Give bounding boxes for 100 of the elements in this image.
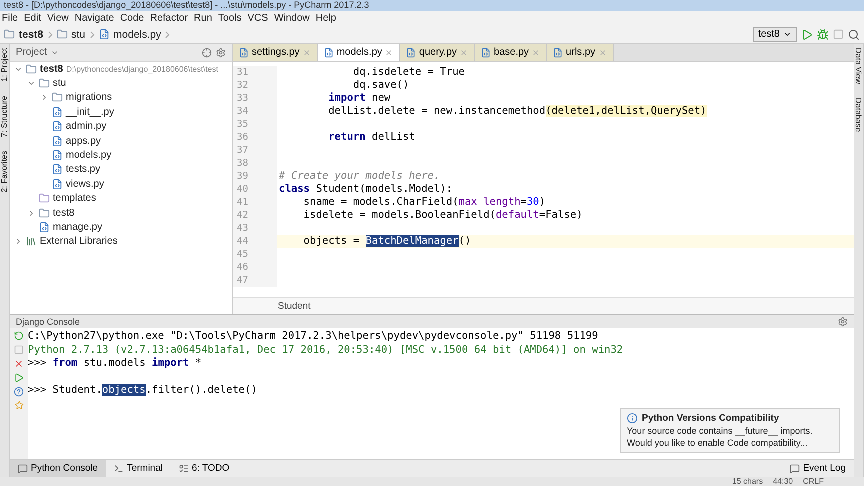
tool-window-tab[interactable]: 7: Structure bbox=[0, 96, 9, 138]
menu-item[interactable]: Navigate bbox=[74, 13, 114, 24]
tree-item[interactable]: test8 D:\pythoncodes\django_20180606\test\test bbox=[10, 62, 232, 76]
editor-tab[interactable]: models.py bbox=[318, 44, 400, 61]
python-file-icon bbox=[39, 222, 50, 233]
tree-item[interactable]: admin.py bbox=[10, 120, 232, 134]
tree-label: templates bbox=[53, 193, 96, 204]
tree-label: apps.py bbox=[66, 136, 102, 147]
python-file-icon bbox=[52, 178, 63, 190]
tree-item[interactable]: migrations bbox=[10, 90, 232, 106]
line-number: 41 bbox=[233, 196, 277, 209]
breadcrumb[interactable]: stu bbox=[72, 28, 86, 40]
line-number: 36 bbox=[233, 131, 277, 144]
project-path: D:\pythoncodes\django_20180606\test\test bbox=[66, 64, 218, 74]
folder-icon bbox=[4, 29, 15, 40]
line-number: 38 bbox=[233, 157, 277, 170]
tool-window-tab[interactable]: 2: Favorites bbox=[0, 151, 9, 193]
menu-item[interactable]: Edit bbox=[24, 13, 42, 24]
python-file-icon bbox=[239, 48, 249, 58]
tree-item[interactable]: __init__.py bbox=[10, 105, 232, 120]
editor-tab[interactable]: query.py bbox=[400, 44, 476, 61]
run-icon[interactable] bbox=[801, 28, 813, 40]
tool-window-tab[interactable]: 1: Project bbox=[0, 48, 9, 82]
notification-text: Your source code contains __future__ imports. bbox=[627, 426, 814, 436]
python-file-icon bbox=[553, 48, 564, 58]
code-line: dq.save() bbox=[352, 79, 410, 92]
menu-item[interactable]: Refactor bbox=[150, 13, 188, 24]
tree-item[interactable]: stu bbox=[10, 76, 232, 91]
code-line: dq.isdelete = True bbox=[352, 66, 465, 79]
tool-window-tab[interactable]: 6: TODO bbox=[170, 460, 238, 477]
menu-item[interactable]: File bbox=[2, 13, 18, 24]
help-icon[interactable] bbox=[14, 387, 24, 397]
console-line: Python 2.7.13 (v2.7.13:a06454b1afa1, Dec 17 2016, 20:53:40) [MSC v.1500 64 bit (AMD64)] on win32 bbox=[28, 344, 624, 356]
tree-label: models.py bbox=[66, 150, 112, 162]
tree-item[interactable]: views.py bbox=[10, 177, 232, 192]
close-icon[interactable] bbox=[385, 48, 394, 56]
breadcrumb[interactable]: test8 bbox=[19, 28, 44, 40]
debug-icon[interactable] bbox=[817, 28, 829, 40]
search-icon[interactable] bbox=[848, 28, 860, 40]
star-icon[interactable] bbox=[14, 401, 24, 410]
editor-tab[interactable]: settings.py bbox=[233, 44, 318, 61]
run-configuration-dropdown[interactable]: test8 bbox=[753, 27, 797, 42]
line-number: 45 bbox=[233, 248, 277, 261]
line-number: 43 bbox=[233, 222, 277, 235]
python-file-icon bbox=[52, 106, 63, 118]
tool-window-tab[interactable]: Terminal bbox=[106, 460, 171, 477]
tree-item[interactable]: manage.py bbox=[10, 220, 232, 235]
event-log-tab[interactable]: Event Log bbox=[782, 460, 854, 477]
line-number: 39 bbox=[233, 170, 277, 183]
menu-item[interactable]: Run bbox=[194, 13, 212, 24]
code-line: delList.delete = new.instancemethod(delete1,delList,QuerySet) bbox=[328, 105, 707, 118]
menu-item[interactable]: Help bbox=[316, 13, 336, 24]
breadcrumb[interactable]: models.py bbox=[114, 28, 162, 40]
tool-window-tab[interactable]: Database bbox=[854, 98, 863, 133]
folder-icon bbox=[56, 29, 68, 40]
panel-title[interactable]: Project bbox=[16, 47, 48, 58]
tree-item[interactable]: External Libraries bbox=[10, 234, 232, 250]
python-file-icon bbox=[52, 136, 63, 147]
console-icon bbox=[18, 464, 28, 474]
tree-item[interactable]: test8 bbox=[10, 206, 232, 220]
close-icon[interactable] bbox=[14, 359, 24, 369]
tree-label: admin.py bbox=[66, 121, 107, 132]
line-number: 33 bbox=[233, 92, 277, 105]
chevron-icon bbox=[48, 30, 53, 38]
tree-item[interactable]: models.py bbox=[10, 148, 232, 163]
code-line: class Student(models.Model): bbox=[278, 183, 453, 196]
menu-item[interactable]: Tools bbox=[218, 13, 242, 24]
tool-window-tab[interactable]: Data View bbox=[854, 48, 863, 84]
python-file-icon bbox=[481, 48, 492, 58]
menu-item[interactable]: Code bbox=[120, 13, 144, 24]
code-breadcrumb[interactable]: Student bbox=[278, 300, 311, 312]
speech-bubble-icon bbox=[790, 464, 800, 474]
tree-item[interactable]: apps.py bbox=[10, 134, 232, 148]
line-number: 31 bbox=[233, 66, 277, 79]
settings-icon[interactable] bbox=[838, 316, 848, 326]
python-file-icon bbox=[98, 29, 110, 40]
menu-item[interactable]: View bbox=[47, 13, 69, 24]
rerun-icon[interactable] bbox=[14, 331, 24, 341]
editor-tab[interactable]: base.py bbox=[475, 44, 548, 61]
tree-label: tests.py bbox=[66, 164, 100, 176]
tool-window-tab[interactable]: Python Console bbox=[10, 460, 106, 477]
locate-icon[interactable] bbox=[202, 48, 212, 58]
code-line: objects = BatchDelManager() bbox=[302, 235, 472, 248]
tree-label: test8 bbox=[53, 208, 75, 219]
menu-item[interactable]: VCS bbox=[248, 13, 268, 24]
folder-icon bbox=[39, 78, 50, 90]
tree-item[interactable]: tests.py bbox=[10, 162, 232, 178]
menu-item[interactable]: Window bbox=[274, 13, 310, 24]
status-text: 44:30 bbox=[773, 477, 794, 486]
dropdown-icon bbox=[783, 30, 792, 39]
line-number: 42 bbox=[233, 209, 277, 222]
settings-icon[interactable] bbox=[216, 48, 226, 58]
tree-label: External Libraries bbox=[40, 236, 118, 248]
console-line: C:\Python27\python.exe "D:\Tools\PyCharm 2017.2.3\helpers\pydev\pydevconsole.py" 51198 51199 bbox=[28, 330, 598, 342]
code-line: sname = models.CharField(max_length=30) bbox=[302, 196, 546, 209]
tree-item[interactable]: templates bbox=[10, 192, 232, 206]
run-icon[interactable] bbox=[14, 373, 24, 383]
editor-tab[interactable]: urls.py bbox=[547, 44, 614, 61]
window-title: test8 - [D:\pythoncodes\django_20180606\test\test8] - ...\stu\models.py - PyCharm 2017.2.3 bbox=[4, 0, 370, 11]
console-title: Django Console bbox=[16, 316, 80, 326]
